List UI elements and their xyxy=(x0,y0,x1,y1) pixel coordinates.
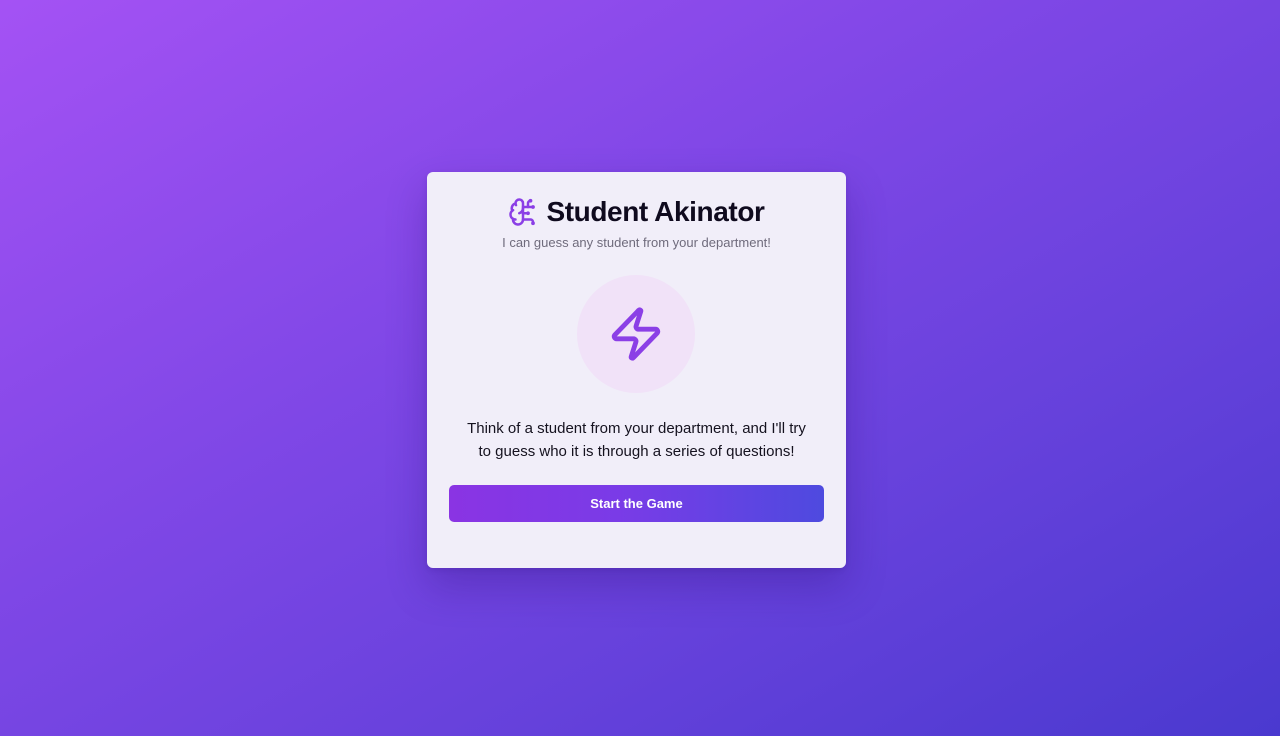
brain-icon xyxy=(508,197,538,227)
app-subtitle: I can guess any student from your depart… xyxy=(502,235,771,250)
description-line-1: Think of a student from your department,… xyxy=(467,420,806,437)
app-title: Student Akinator xyxy=(546,196,765,227)
hero-icon-circle xyxy=(577,275,695,393)
title-row: Student Akinator xyxy=(427,196,846,228)
description-line-2: to guess who it is through a series of q… xyxy=(478,443,795,460)
game-description: Think of a student from your department,… xyxy=(451,417,822,463)
start-game-button[interactable]: Start the Game xyxy=(449,485,824,522)
lightning-bolt-icon xyxy=(607,305,665,363)
welcome-card: Student Akinator I can guess any student… xyxy=(427,172,846,568)
